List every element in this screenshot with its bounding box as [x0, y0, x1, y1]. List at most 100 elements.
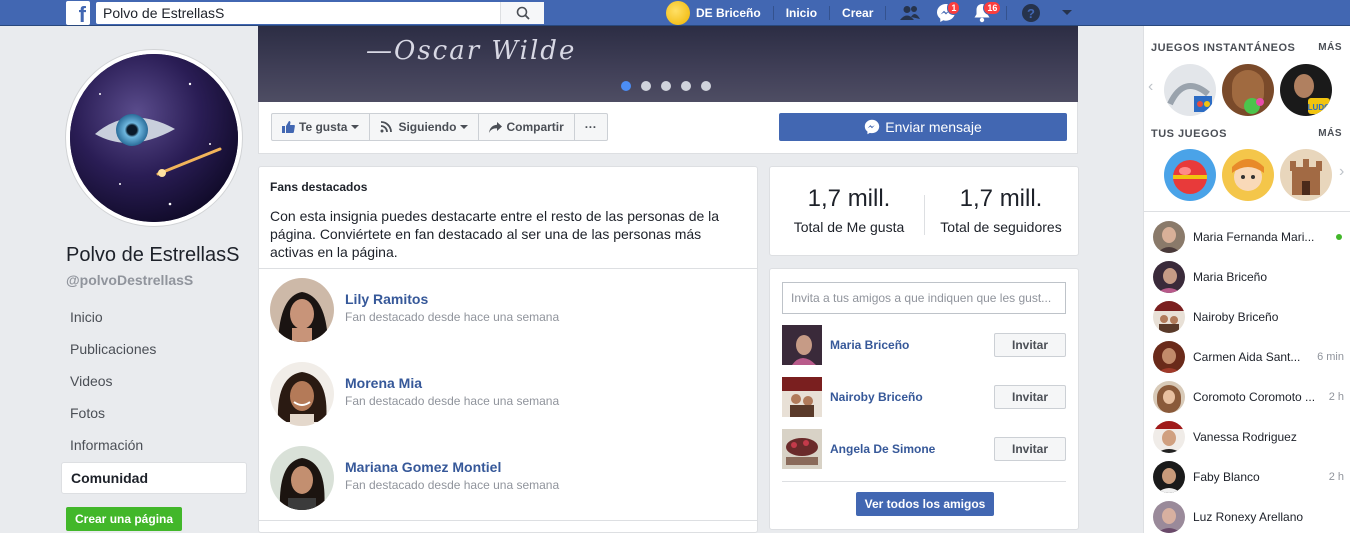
following-button[interactable]: Siguiendo	[370, 114, 480, 140]
messages-button[interactable]: 1	[934, 1, 961, 25]
divider	[1006, 6, 1008, 20]
divider	[885, 6, 887, 20]
create-page-button[interactable]: Crear una página	[66, 507, 183, 531]
friends-icon	[900, 6, 921, 20]
featured-fans-title: Fans destacados	[270, 180, 368, 194]
messenger-icon	[865, 119, 880, 135]
caret-down-icon	[351, 125, 360, 129]
instant-game-thumbnail[interactable]	[1164, 64, 1216, 116]
nav-item-posts[interactable]: Publicaciones	[61, 334, 247, 366]
friend-avatar[interactable]	[782, 429, 822, 469]
divider	[772, 6, 774, 20]
cover-photo[interactable]: —Oscar Wilde	[258, 26, 1078, 102]
friend-avatar[interactable]	[782, 325, 822, 365]
fan-list-item: Morena Mia Fan destacado desde hace una …	[270, 362, 750, 428]
invite-friend-row: Maria Briceño Invitar	[782, 325, 1066, 365]
chat-contact[interactable]: Nairoby Briceño	[1153, 301, 1348, 333]
carousel-dot[interactable]	[641, 81, 651, 91]
fan-name-link[interactable]: Lily Ramitos	[345, 291, 428, 307]
nav-item-videos[interactable]: Videos	[61, 366, 247, 398]
fan-avatar[interactable]	[270, 362, 334, 426]
search-input[interactable]	[96, 2, 500, 24]
page-profile-picture[interactable]	[66, 50, 242, 226]
carousel-dot[interactable]	[621, 81, 631, 91]
fan-name-link[interactable]: Mariana Gomez Montiel	[345, 459, 501, 475]
thumbs-up-icon	[282, 121, 295, 133]
game-thumbnail[interactable]	[1222, 149, 1274, 201]
instant-game-thumbnail[interactable]	[1222, 64, 1274, 116]
page-stats-card: 1,7 mill. Total de Me gusta 1,7 mill. To…	[769, 166, 1079, 256]
nav-item-home[interactable]: Inicio	[61, 302, 247, 334]
send-message-button[interactable]: Enviar mensaje	[779, 113, 1067, 141]
chat-contact[interactable]: Maria Fernanda Mari...	[1153, 221, 1348, 253]
nav-item-community[interactable]: Comunidad	[61, 462, 247, 494]
game-thumbnail[interactable]	[1280, 149, 1332, 201]
page-title: Polvo de EstrellasS	[66, 244, 240, 266]
nav-item-photos[interactable]: Fotos	[61, 398, 247, 430]
game-thumbnail[interactable]	[1164, 149, 1216, 201]
contact-last-active: 6 min	[1317, 351, 1344, 363]
search-button[interactable]	[500, 2, 544, 24]
like-button[interactable]: Te gusta	[272, 114, 371, 140]
contact-avatar	[1153, 461, 1185, 493]
chat-contact[interactable]: Luz Ronexy Arellano	[1153, 501, 1348, 533]
contact-name: Maria Briceño	[1193, 270, 1268, 284]
top-right-menu: DE Briceño Inicio Crear 1 16 ?	[666, 0, 1091, 26]
contact-avatar	[1153, 381, 1185, 413]
chat-contact[interactable]: Faby Blanco 2 h	[1153, 461, 1348, 493]
chat-contact[interactable]: Maria Briceño	[1153, 261, 1348, 293]
cover-carousel-dots	[621, 81, 721, 91]
svg-text:LUDO: LUDO	[1308, 103, 1331, 112]
chevron-left-icon[interactable]: ‹	[1148, 78, 1153, 96]
more-options-button[interactable]: ···	[575, 114, 607, 140]
contact-avatar	[1153, 261, 1185, 293]
instant-games-more-link[interactable]: MÁS	[1318, 42, 1342, 53]
chat-contact[interactable]: Coromoto Coromoto ... 2 h	[1153, 381, 1348, 413]
invite-button[interactable]: Invitar	[994, 333, 1066, 357]
chat-contact[interactable]: Vanessa Rodriguez	[1153, 421, 1348, 453]
online-status-icon	[1336, 234, 1342, 240]
invite-friends-card: Maria Briceño Invitar Nairoby Briceño In…	[769, 268, 1079, 530]
caret-down-icon	[460, 125, 469, 129]
help-button[interactable]: ?	[1019, 1, 1043, 25]
carousel-dot[interactable]	[661, 81, 671, 91]
divider	[829, 6, 831, 20]
divider	[259, 520, 757, 521]
fan-avatar[interactable]	[270, 278, 334, 342]
create-link[interactable]: Crear	[842, 6, 873, 20]
fan-name-link[interactable]: Morena Mia	[345, 375, 422, 391]
contact-last-active: 2 h	[1328, 471, 1344, 483]
nav-item-info[interactable]: Información	[61, 430, 247, 462]
user-avatar[interactable]	[666, 1, 690, 25]
share-button[interactable]: Compartir	[479, 114, 575, 140]
fan-list-item: Lily Ramitos Fan destacado desde hace un…	[270, 278, 750, 344]
invite-friends-input[interactable]	[782, 282, 1066, 314]
contact-name: Faby Blanco	[1193, 470, 1260, 484]
home-link[interactable]: Inicio	[786, 6, 817, 20]
your-games-more-link[interactable]: MÁS	[1318, 128, 1342, 139]
invite-button[interactable]: Invitar	[994, 437, 1066, 461]
fan-badge-date: Fan destacado desde hace una semana	[345, 394, 560, 408]
carousel-dot[interactable]	[681, 81, 691, 91]
fan-avatar[interactable]	[270, 446, 334, 510]
friend-avatar[interactable]	[782, 377, 822, 417]
chat-contact[interactable]: Carmen Aida Sant... 6 min	[1153, 341, 1348, 373]
friend-name-link[interactable]: Nairoby Briceño	[830, 390, 923, 404]
page-action-bar: Te gusta Siguiendo Compartir ··· Enviar …	[258, 102, 1078, 154]
contact-avatar	[1153, 341, 1185, 373]
friend-requests-button[interactable]	[898, 1, 922, 25]
friend-name-link[interactable]: Maria Briceño	[830, 338, 909, 352]
facebook-logo-icon[interactable]: f	[66, 1, 90, 25]
carousel-dot[interactable]	[701, 81, 711, 91]
chevron-right-icon[interactable]: ›	[1339, 163, 1344, 181]
friend-name-link[interactable]: Angela De Simone	[830, 442, 935, 456]
user-name-link[interactable]: DE Briceño	[696, 6, 761, 20]
instant-games-heading: JUEGOS INSTANTÁNEOS	[1151, 42, 1296, 54]
your-games-heading: TUS JUEGOS	[1151, 128, 1227, 140]
account-menu-button[interactable]	[1055, 1, 1079, 25]
page-username[interactable]: @polvoDestrellasS	[66, 272, 193, 288]
invite-button[interactable]: Invitar	[994, 385, 1066, 409]
notifications-button[interactable]: 16	[970, 1, 1002, 25]
instant-game-thumbnail[interactable]: LUDO	[1280, 64, 1332, 116]
see-all-friends-button[interactable]: Ver todos los amigos	[856, 492, 994, 516]
